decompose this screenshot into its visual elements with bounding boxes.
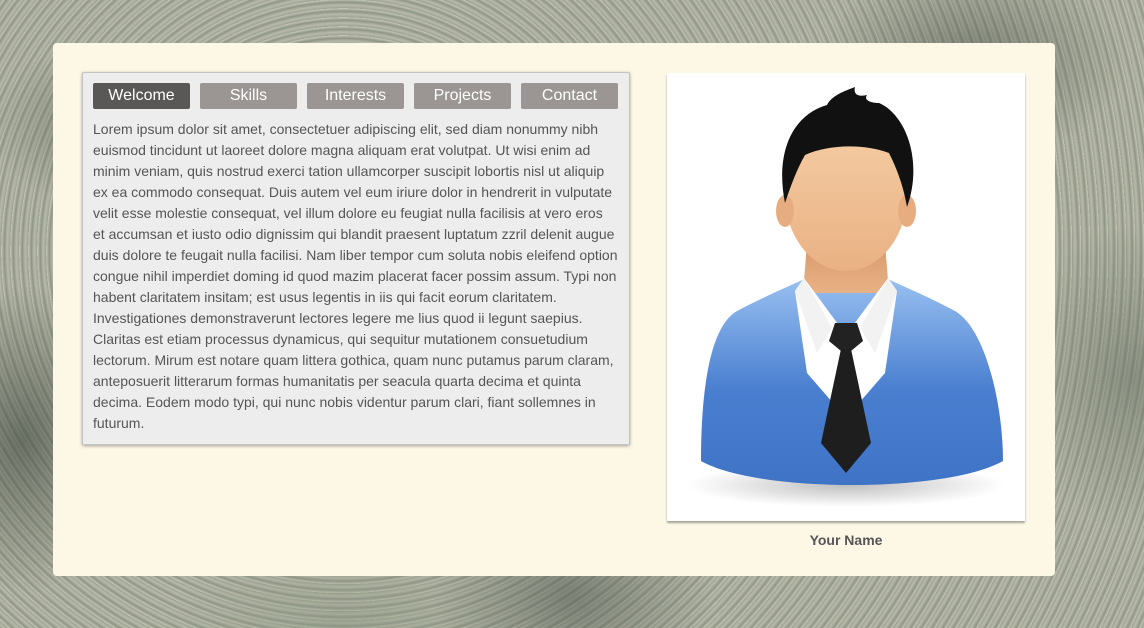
tab-container: Welcome Skills Interests Projects Contac… — [82, 72, 630, 445]
person-avatar-icon — [686, 87, 1006, 507]
main-panel: Welcome Skills Interests Projects Contac… — [53, 43, 1055, 576]
tab-skills[interactable]: Skills — [200, 83, 297, 109]
tab-bar: Welcome Skills Interests Projects Contac… — [93, 83, 618, 109]
profile-photo — [667, 73, 1025, 521]
tab-contact[interactable]: Contact — [521, 83, 618, 109]
tab-projects[interactable]: Projects — [414, 83, 511, 109]
welcome-text: Lorem ipsum dolor sit amet, consectetuer… — [93, 121, 618, 431]
tab-interests[interactable]: Interests — [307, 83, 404, 109]
tab-welcome[interactable]: Welcome — [93, 83, 190, 109]
profile-name: Your Name — [809, 532, 883, 548]
